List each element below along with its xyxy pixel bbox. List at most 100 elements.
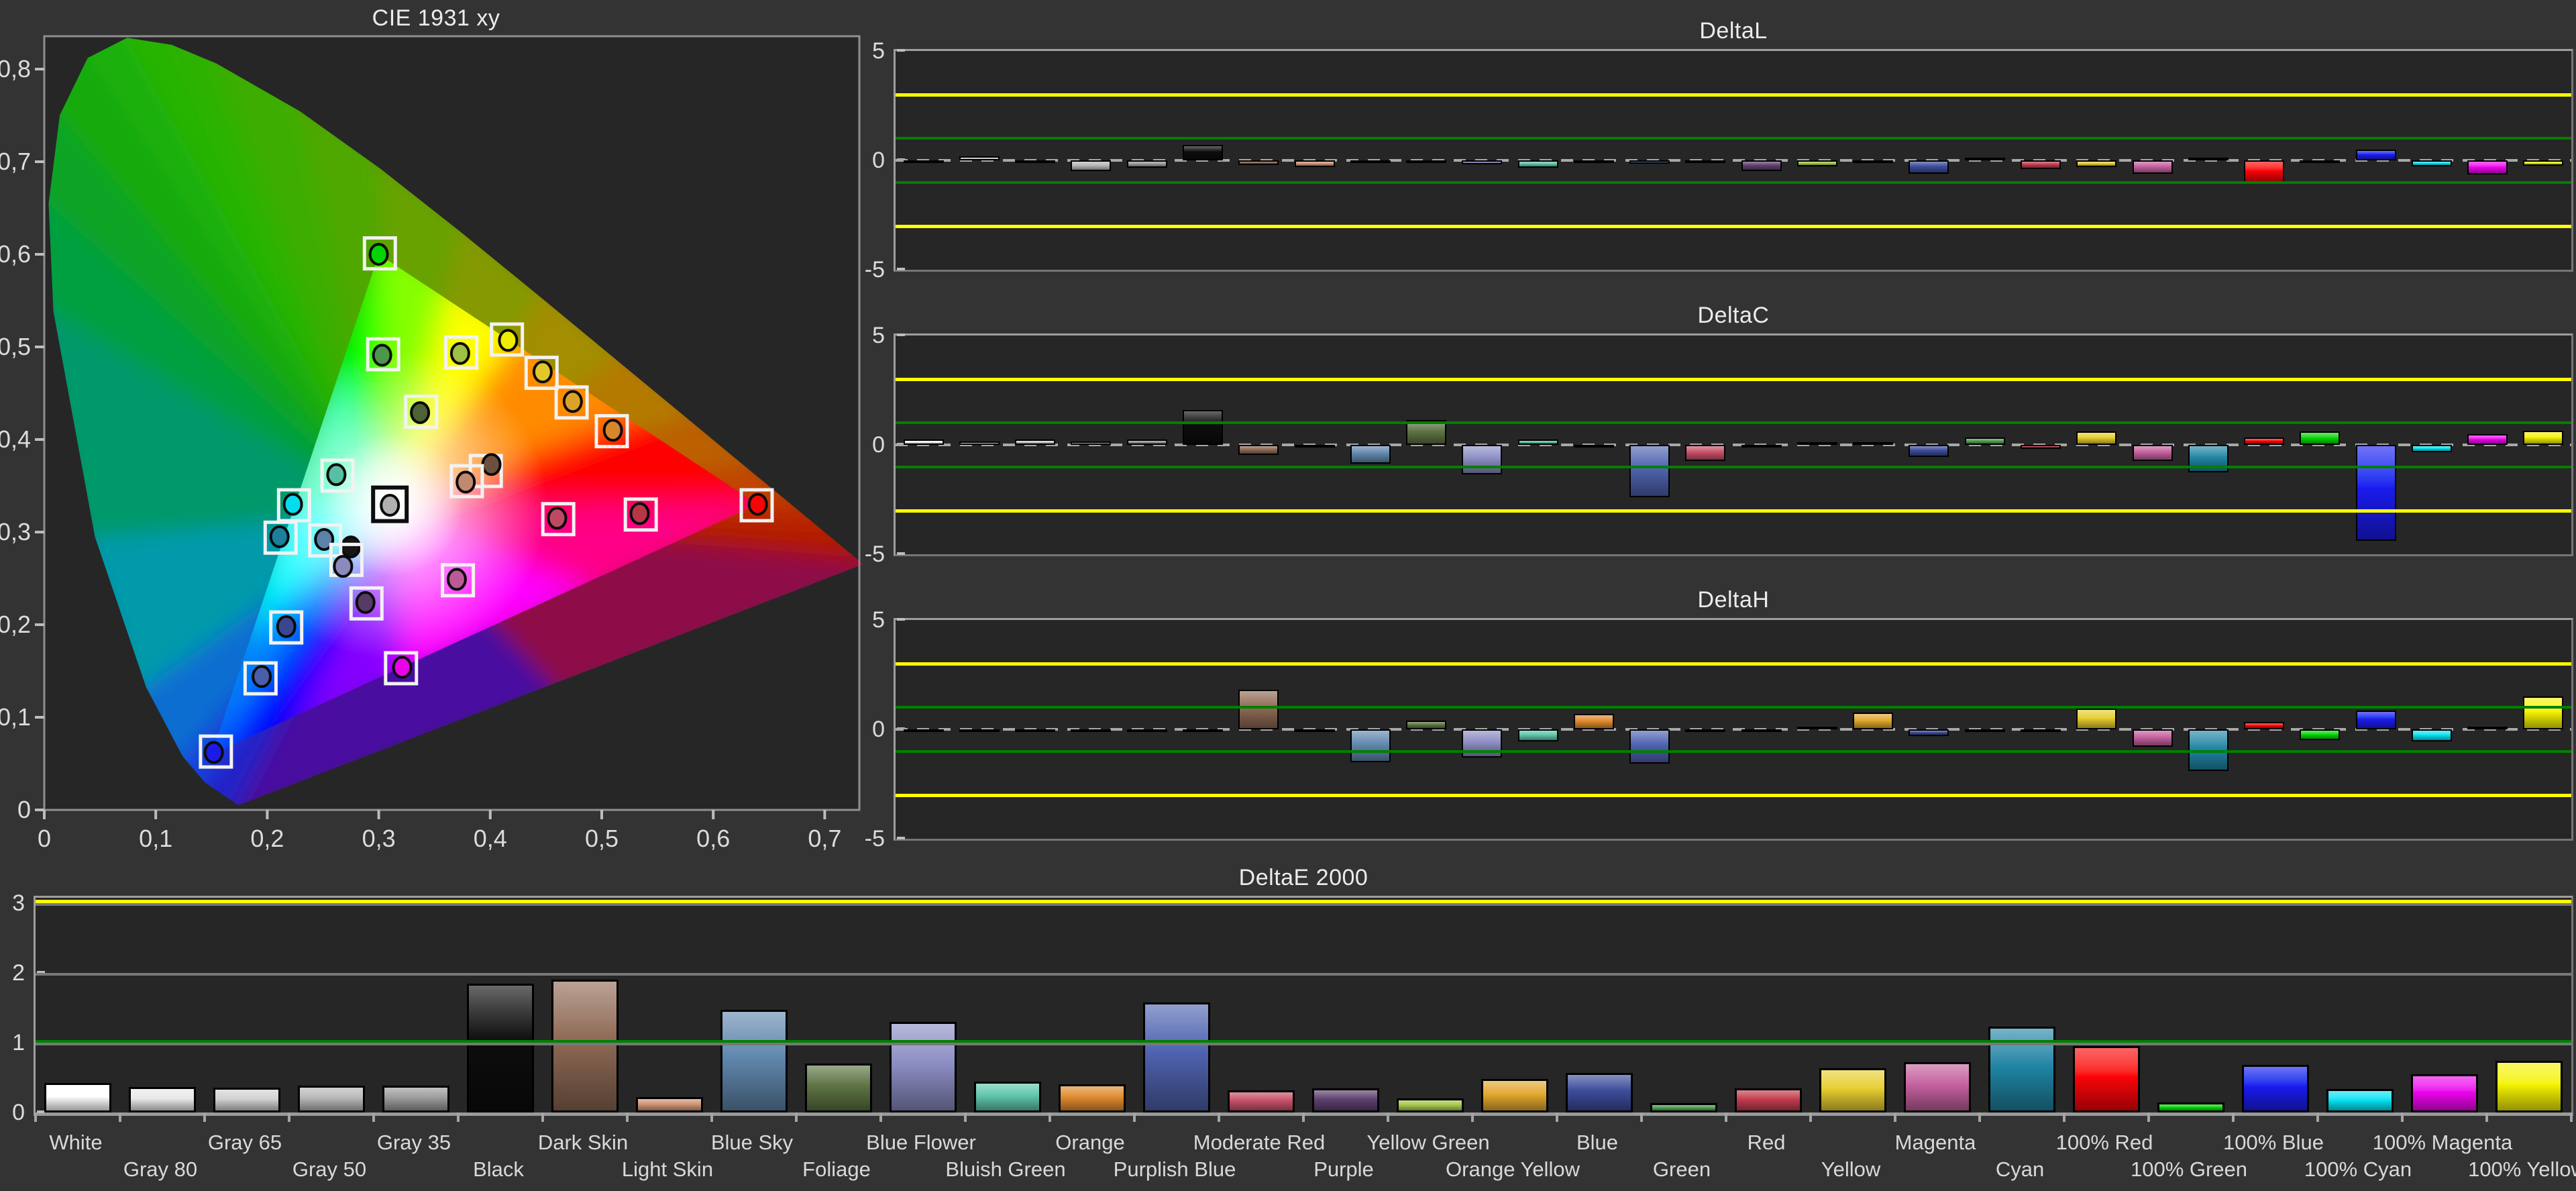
bar-moderate-red <box>1685 729 1725 732</box>
bar-yellow-green <box>1797 442 1837 445</box>
bar-gray-65 <box>1015 729 1055 732</box>
cie-marker-red-measured-dot <box>631 503 649 523</box>
bar-blue-flower <box>1462 160 1502 164</box>
cie-marker-100-red-measured-dot <box>749 495 767 515</box>
bar-black <box>467 984 534 1112</box>
cie-1931-panel: CIE 1931 xy 0 0,1 0,2 0,3 0,4 0 <box>0 36 872 868</box>
bar-100-yellow <box>2523 160 2563 166</box>
bar-100-cyan <box>2412 445 2452 452</box>
cie-marker-green-measured-dot <box>374 345 391 365</box>
delta-e-2000-category-labels: WhiteGray 80Gray 65Gray 50Gray 35BlackDa… <box>34 1116 2573 1190</box>
gray-gridline <box>36 1043 2571 1045</box>
cie-marker-black <box>342 537 360 557</box>
cie-y-tick-label: 0 <box>17 796 31 823</box>
category-label-yellow-green: Yellow Green <box>1341 1131 1515 1155</box>
y-axis-tick-label: 1 <box>1 1031 36 1054</box>
bar-gray-80 <box>129 1087 196 1112</box>
bar-yellow-green <box>1797 160 1837 166</box>
delta-e-2000-title: DeltaE 2000 <box>34 865 2573 891</box>
bar-magenta <box>2133 729 2173 747</box>
cie-marker-magenta-measured-dot <box>448 569 466 589</box>
bar-blue <box>1909 445 1949 457</box>
green-limit-line <box>896 466 2571 468</box>
cie-chromaticity-diagram: 0 0,1 0,2 0,3 0,4 0,5 0,6 0,7 0,8 0 0,1 … <box>0 0 872 868</box>
bar-blue-sky <box>1350 445 1391 464</box>
green-limit-line <box>896 181 2571 184</box>
cie-marker-light-skin-measured-dot <box>457 472 474 493</box>
bar-red <box>2021 445 2061 449</box>
bar-purplish-blue <box>1629 160 1670 164</box>
delta-c-plot: 50-5 <box>894 333 2573 556</box>
bar-red <box>2021 729 2061 732</box>
category-label-orange-yellow: Orange Yellow <box>1426 1157 1600 1182</box>
bar-green <box>1965 729 2005 732</box>
category-label-green: Green <box>1595 1157 1769 1182</box>
bar-black <box>1183 729 1223 732</box>
gray-gridline <box>36 903 2571 906</box>
bar-purple <box>1741 729 1782 732</box>
y-axis-tick-label: -5 <box>861 543 896 566</box>
bar-foliage <box>1406 160 1446 163</box>
delta-l-plot: 50-5 <box>894 49 2573 272</box>
bar-100-magenta <box>2411 1074 2478 1112</box>
delta-c-panel: DeltaC 50-5 <box>894 333 2573 556</box>
category-label-magenta: Magenta <box>1848 1131 2023 1155</box>
category-label-bluish-green: Bluish Green <box>918 1157 1093 1182</box>
yellow-limit-line <box>896 509 2571 513</box>
bar-100-red <box>2244 722 2284 729</box>
cie-y-tick-label: 0,8 <box>0 55 31 83</box>
cie-x-tick-label: 0,3 <box>362 825 396 852</box>
bar-yellow <box>2076 160 2116 167</box>
cie-y-tick-label: 0,6 <box>0 240 31 268</box>
bar-light-skin <box>1295 445 1335 448</box>
y-axis-tick-mark <box>897 552 905 555</box>
bar-bluish-green <box>1518 160 1558 168</box>
y-axis-tick-label: 0 <box>861 149 896 172</box>
bar-yellow-green <box>1797 727 1837 729</box>
cie-marker-dark-skin-measured-dot <box>483 454 500 474</box>
yellow-limit-line <box>36 900 2571 903</box>
cie-marker-blue-flower-measured-dot <box>334 556 352 576</box>
cie-y-tick-label: 0,3 <box>0 518 31 546</box>
cie-marker-100-blue-measured-dot <box>205 742 223 762</box>
bar-gray-35 <box>1127 729 1167 732</box>
category-label-100-blue: 100% Blue <box>2186 1131 2361 1155</box>
bar-magenta <box>1904 1062 1971 1112</box>
bar-foliage <box>805 1064 872 1112</box>
bar-orange <box>1574 445 1614 448</box>
bar-orange <box>1059 1084 1126 1112</box>
bar-cyan <box>2188 445 2229 472</box>
y-axis-tick-label: 0 <box>1 1101 36 1124</box>
cie-marker-purple-measured-dot <box>357 592 374 613</box>
bar-blue <box>1909 729 1949 736</box>
cie-y-tick-label: 0,2 <box>0 611 31 638</box>
bar-moderate-red <box>1228 1090 1295 1112</box>
bar-100-blue <box>2356 445 2396 541</box>
y-axis-tick-label: 5 <box>861 609 896 631</box>
category-label-black: Black <box>411 1157 586 1182</box>
delta-h-title: DeltaH <box>894 587 2573 613</box>
bar-100-yellow <box>2496 1061 2563 1112</box>
delta-h-panel: DeltaH 50-5 <box>894 618 2573 841</box>
yellow-limit-line <box>896 93 2571 97</box>
delta-l-title: DeltaL <box>894 18 2573 44</box>
bar-green <box>1650 1103 1717 1112</box>
bar-blue-sky <box>720 1010 788 1112</box>
bar-yellow-green <box>1397 1098 1464 1112</box>
cie-marker-100-green-measured-dot <box>370 244 388 264</box>
category-label-gray-65: Gray 65 <box>158 1131 332 1155</box>
category-label-gray-50: Gray 50 <box>242 1157 417 1182</box>
bar-dark-skin <box>1238 445 1279 455</box>
y-axis-tick-label: -5 <box>861 258 896 281</box>
bar-light-skin <box>1295 160 1335 167</box>
category-label-gray-80: Gray 80 <box>73 1157 248 1182</box>
bar-gray-65 <box>1015 439 1055 445</box>
category-label-blue: Blue <box>1510 1131 1684 1155</box>
green-limit-line <box>896 421 2571 424</box>
bar-blue-flower <box>890 1022 957 1112</box>
green-limit-line <box>896 750 2571 753</box>
y-axis-tick-label: 2 <box>1 962 36 984</box>
cie-marker-100-magenta-measured-dot <box>394 658 411 678</box>
cie-marker-foliage-measured-dot <box>411 403 429 423</box>
bar-gray-50 <box>1071 442 1111 445</box>
